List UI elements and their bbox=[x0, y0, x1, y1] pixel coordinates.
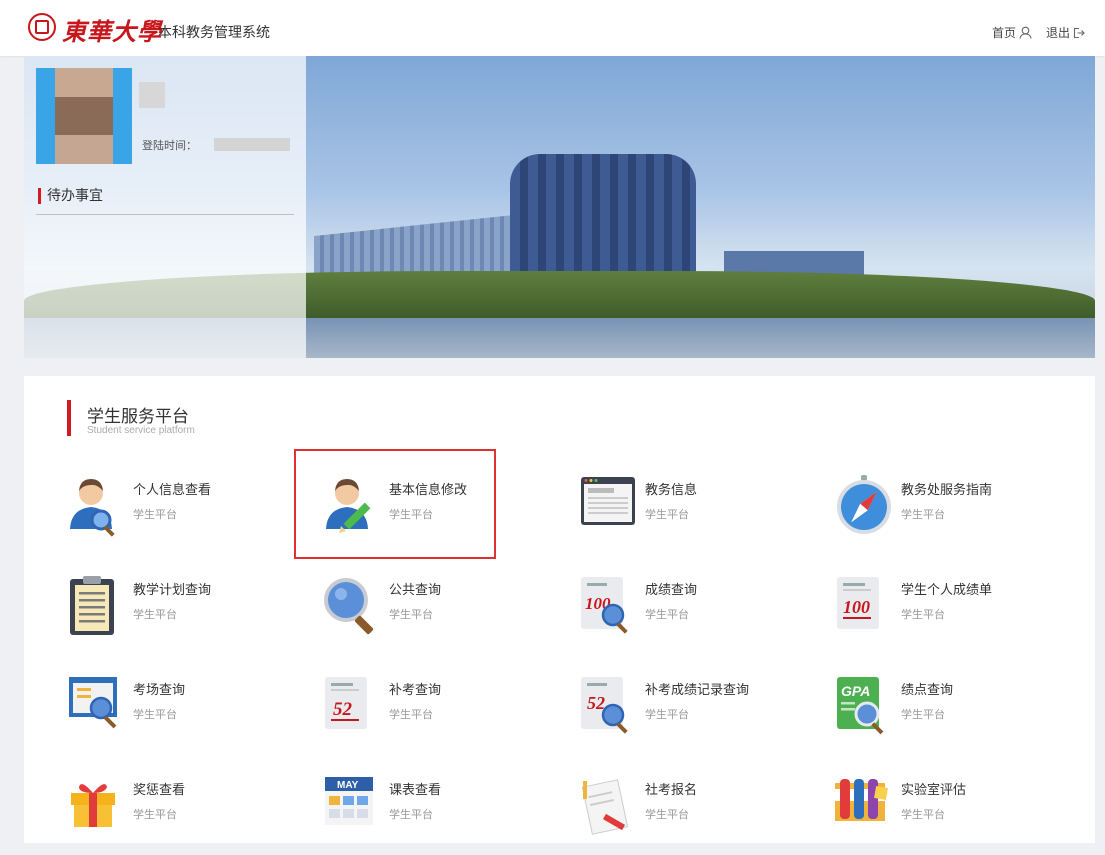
tile-title: 教学计划查询 bbox=[133, 583, 212, 598]
user-icon bbox=[1019, 26, 1032, 39]
tile-title: 公共查询 bbox=[389, 583, 442, 598]
login-time-label: 登陆时间： bbox=[142, 139, 197, 152]
tile-title: 基本信息修改 bbox=[389, 483, 468, 498]
university-seal-icon bbox=[28, 13, 56, 41]
tile-title: 社考报名 bbox=[645, 783, 698, 798]
student-service-platform: 学生服务平台 Student service platform 个人信息查看 学… bbox=[24, 376, 1095, 843]
tile-makeup-exam[interactable]: 52 补考查询 学生平台 bbox=[323, 675, 553, 755]
campus-tower bbox=[510, 154, 696, 284]
calendar-month-text: MAY bbox=[337, 780, 359, 791]
user-name-redacted bbox=[139, 82, 165, 108]
tile-subtitle: 学生平台 bbox=[645, 808, 689, 821]
tile-service-guide[interactable]: 教务处服务指南 学生平台 bbox=[835, 475, 1065, 555]
score-52-text: 52 bbox=[587, 693, 605, 713]
clipboard-icon bbox=[67, 575, 127, 635]
login-time-redacted bbox=[214, 138, 290, 151]
tile-timetable[interactable]: MAY 课表查看 学生平台 bbox=[323, 775, 553, 855]
tile-subtitle: 学生平台 bbox=[901, 808, 945, 821]
score-100-text: 100 bbox=[843, 597, 870, 617]
tile-social-exam-signup[interactable]: 社考报名 学生平台 bbox=[579, 775, 809, 855]
tile-subtitle: 学生平台 bbox=[389, 508, 433, 521]
gpa-text: GPA bbox=[841, 683, 870, 699]
todo-heading[interactable]: 待办事宜 bbox=[38, 188, 103, 204]
tile-public-query[interactable]: 公共查询 学生平台 bbox=[323, 575, 553, 655]
platform-subtitle: Student service platform bbox=[87, 425, 195, 436]
logout-link[interactable]: 退出 bbox=[1046, 24, 1085, 41]
calendar-icon: MAY bbox=[323, 775, 383, 835]
tile-subtitle: 学生平台 bbox=[901, 708, 945, 721]
top-bar: 東華大學 本科教务管理系统 首页 退出 bbox=[0, 0, 1105, 56]
tile-title: 个人信息查看 bbox=[133, 483, 212, 498]
home-link[interactable]: 首页 bbox=[992, 24, 1032, 41]
campus-banner: 登陆时间： 待办事宜 bbox=[24, 56, 1095, 358]
tile-title: 课表查看 bbox=[389, 783, 442, 798]
home-label: 首页 bbox=[991, 26, 1016, 40]
user-pencil-icon bbox=[323, 475, 383, 535]
university-logo-text: 東華大學 bbox=[62, 17, 162, 46]
magnifier-icon bbox=[323, 575, 383, 635]
tile-title: 补考成绩记录查询 bbox=[645, 683, 750, 698]
tile-makeup-grade-record[interactable]: 52 补考成绩记录查询 学生平台 bbox=[579, 675, 809, 755]
tile-subtitle: 学生平台 bbox=[901, 508, 945, 521]
tile-title: 绩点查询 bbox=[901, 683, 954, 698]
tile-lab-evaluation[interactable]: 实验室评估 学生平台 bbox=[835, 775, 1065, 855]
tile-subtitle: 学生平台 bbox=[133, 808, 177, 821]
tile-transcript[interactable]: 100 学生个人成绩单 学生平台 bbox=[835, 575, 1065, 655]
score-52-magnifier-icon: 52 bbox=[579, 675, 639, 735]
tile-title: 学生个人成绩单 bbox=[901, 583, 993, 598]
score-100-sheet-icon: 100 bbox=[835, 575, 895, 635]
tile-exam-room[interactable]: 考场查询 学生平台 bbox=[67, 675, 297, 755]
tile-subtitle: 学生平台 bbox=[389, 608, 433, 621]
tile-title: 教务信息 bbox=[645, 483, 698, 498]
score-52-sheet-icon: 52 bbox=[323, 675, 383, 735]
notepad-pencil-icon bbox=[579, 775, 639, 835]
compass-icon bbox=[835, 475, 895, 535]
tile-subtitle: 学生平台 bbox=[133, 708, 177, 721]
tile-subtitle: 学生平台 bbox=[389, 708, 433, 721]
tile-title: 补考查询 bbox=[389, 683, 442, 698]
logout-icon bbox=[1073, 27, 1085, 38]
tile-teaching-plan[interactable]: 教学计划查询 学生平台 bbox=[67, 575, 297, 655]
tile-title: 考场查询 bbox=[133, 683, 186, 698]
system-name: 本科教务管理系统 bbox=[158, 25, 270, 41]
exam-room-icon bbox=[67, 675, 127, 735]
tile-title: 奖惩查看 bbox=[133, 783, 186, 798]
tile-personal-info[interactable]: 个人信息查看 学生平台 bbox=[67, 475, 297, 555]
tile-subtitle: 学生平台 bbox=[389, 808, 433, 821]
tile-title: 教务处服务指南 bbox=[901, 483, 993, 498]
user-magnifier-icon bbox=[67, 475, 127, 537]
tile-rewards-penalties[interactable]: 奖惩查看 学生平台 bbox=[67, 775, 297, 855]
todo-divider bbox=[36, 214, 294, 215]
tile-academic-info[interactable]: 教务信息 学生平台 bbox=[579, 475, 809, 555]
title-accent-bar bbox=[67, 400, 71, 436]
tile-gpa-query[interactable]: GPA 绩点查询 学生平台 bbox=[835, 675, 1065, 755]
tile-edit-basic-info[interactable]: 基本信息修改 学生平台 bbox=[323, 475, 553, 555]
browser-window-icon bbox=[579, 475, 639, 535]
score-100-magnifier-icon: 100 bbox=[579, 575, 639, 635]
top-links: 首页 退出 bbox=[992, 24, 1085, 41]
tile-title: 实验室评估 bbox=[901, 783, 967, 798]
score-52-text: 52 bbox=[333, 699, 353, 720]
avatar[interactable] bbox=[36, 68, 132, 164]
tile-subtitle: 学生平台 bbox=[645, 708, 689, 721]
logout-label: 退出 bbox=[1045, 26, 1070, 40]
tile-subtitle: 学生平台 bbox=[133, 608, 177, 621]
profile-panel: 登陆时间： 待办事宜 bbox=[24, 56, 306, 358]
test-tubes-icon bbox=[835, 775, 895, 835]
platform-title: 学生服务平台 bbox=[87, 407, 189, 427]
gpa-icon: GPA bbox=[835, 675, 895, 735]
tile-title: 成绩查询 bbox=[645, 583, 698, 598]
tile-subtitle: 学生平台 bbox=[645, 508, 689, 521]
tile-subtitle: 学生平台 bbox=[645, 608, 689, 621]
tile-subtitle: 学生平台 bbox=[133, 508, 177, 521]
tile-grade-query[interactable]: 100 成绩查询 学生平台 bbox=[579, 575, 809, 655]
gift-icon bbox=[67, 775, 127, 835]
tile-subtitle: 学生平台 bbox=[901, 608, 945, 621]
